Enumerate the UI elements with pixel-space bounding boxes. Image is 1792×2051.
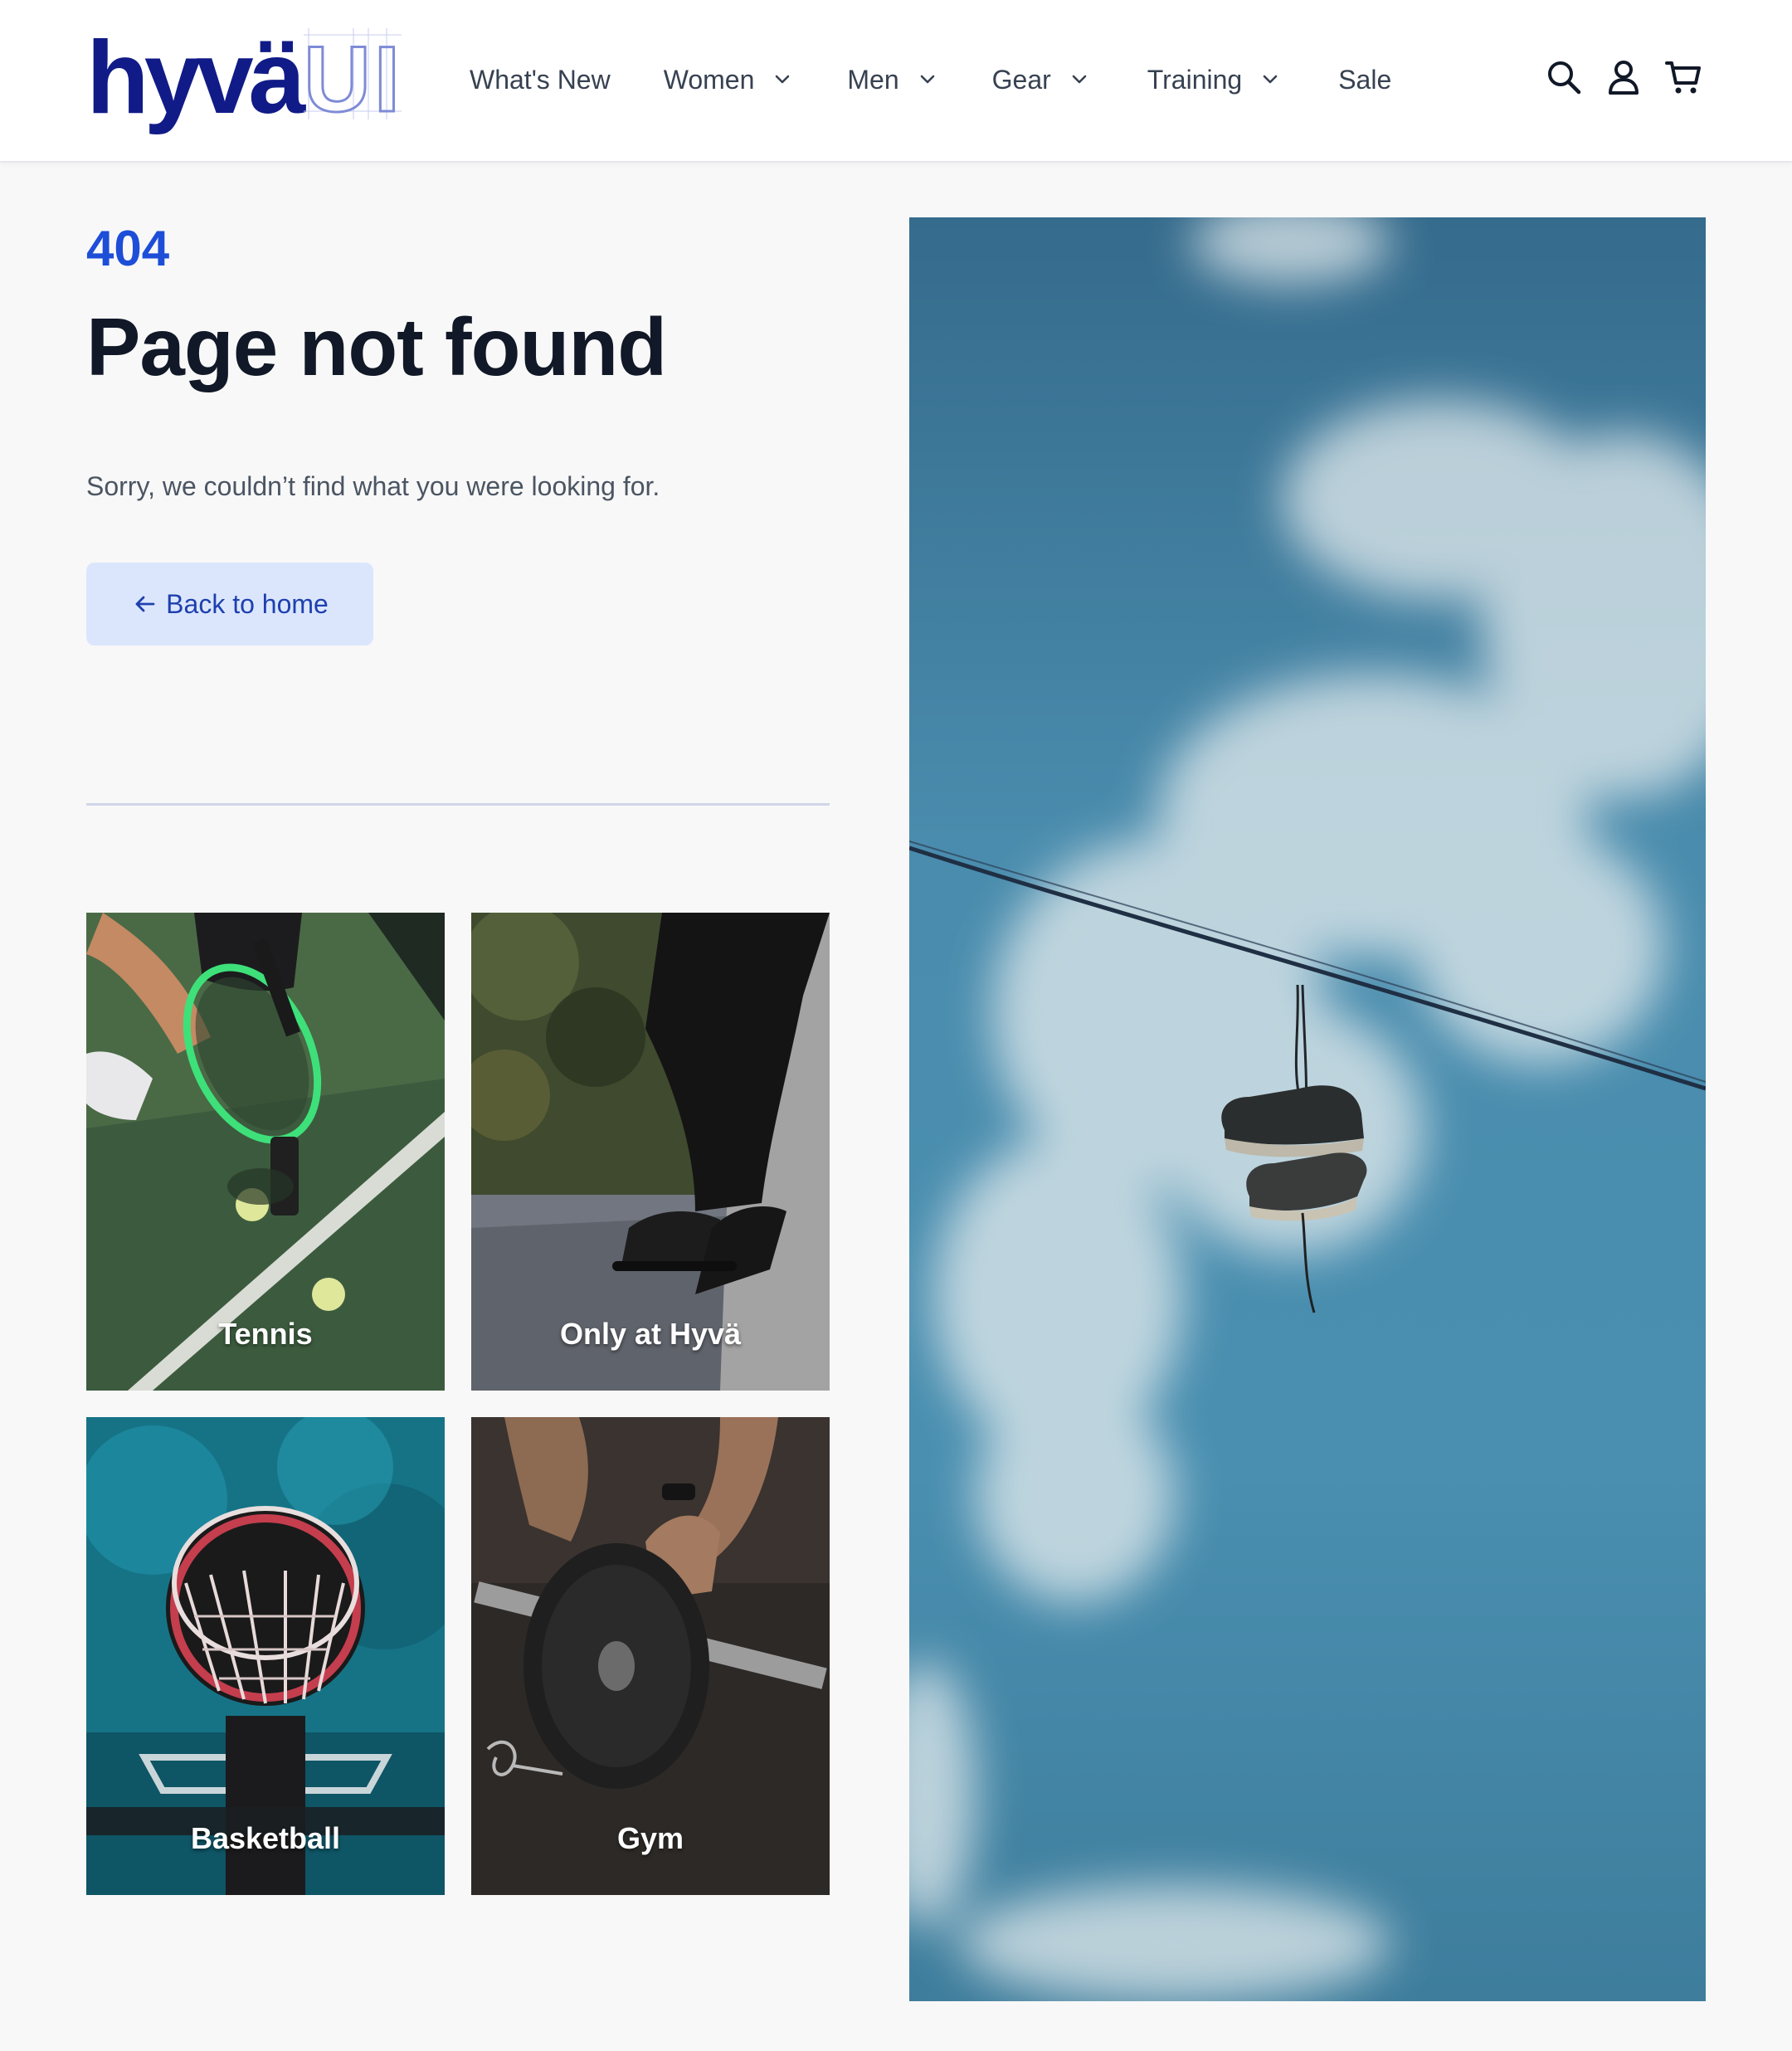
back-button-label: Back to home [166, 588, 329, 619]
hero-image-shoes-on-wire [909, 217, 1706, 2001]
back-to-home-button[interactable]: Back to home [86, 563, 373, 646]
category-label: Gym [616, 1821, 684, 1855]
error-message: Sorry, we couldn’t find what you were lo… [86, 471, 660, 501]
site-header: hyvä UI What's New Women Men Gear Traini… [0, 0, 1792, 163]
category-tile-only-at-hyva[interactable]: Only at Hyvä [471, 913, 830, 1391]
nav-label: Men [847, 64, 899, 95]
chevron-down-icon [1263, 75, 1278, 84]
nav-item-sale[interactable]: Sale [1338, 65, 1391, 95]
category-tile-basketball[interactable]: Basketball [86, 1417, 445, 1895]
category-label: Basketball [190, 1821, 341, 1855]
nav-label: Training [1147, 64, 1243, 95]
main-navigation: What's New Women Men Gear Training Sale [470, 55, 1391, 105]
category-label: Only at Hyvä [559, 1317, 742, 1351]
chevron-down-icon [920, 75, 934, 84]
nav-label: Sale [1338, 64, 1392, 95]
logo-ui-mark: UI [303, 27, 403, 131]
header-actions [1543, 56, 1704, 98]
nav-item-women[interactable]: Women [664, 65, 793, 95]
cart-icon[interactable] [1663, 56, 1704, 98]
chevron-down-icon [776, 75, 790, 84]
nav-label: Gear [991, 64, 1051, 95]
section-divider [86, 803, 830, 806]
chevron-down-icon [1072, 75, 1087, 84]
category-label: Tennis [218, 1317, 313, 1351]
page-title: Page not found [86, 301, 667, 392]
nav-item-men[interactable]: Men [847, 65, 937, 95]
logo-wordmark: hyvä [86, 21, 306, 135]
category-tile-gym[interactable]: Gym [471, 1417, 830, 1895]
search-icon[interactable] [1543, 56, 1585, 98]
shoes-on-wire-illustration [909, 217, 1706, 2001]
hyva-ui-logo[interactable]: hyvä UI [86, 27, 402, 134]
account-icon[interactable] [1603, 56, 1644, 98]
arrow-left-icon [135, 596, 155, 612]
nav-item-gear[interactable]: Gear [992, 65, 1089, 95]
nav-label: Women [663, 64, 755, 95]
category-tile-tennis[interactable]: Tennis [86, 913, 445, 1391]
nav-item-whats-new[interactable]: What's New [470, 65, 611, 95]
error-code: 404 [86, 221, 170, 276]
nav-label: What's New [470, 64, 611, 95]
nav-item-training[interactable]: Training [1147, 65, 1280, 95]
